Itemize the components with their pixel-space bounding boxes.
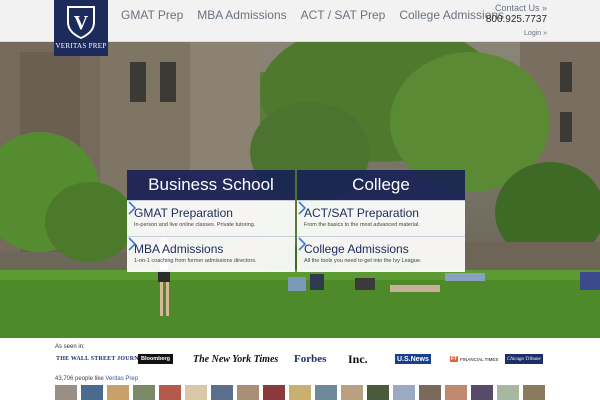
profile-thumbnail[interactable] <box>445 385 467 400</box>
nav-mba-admissions[interactable]: MBA Admissions <box>197 8 286 22</box>
as-seen-in-label: As seen in: <box>55 344 85 350</box>
as-seen-in-section: As seen in: THE WALL STREET JOURNAL Bloo… <box>0 338 600 400</box>
login-link[interactable]: Login » <box>524 30 547 37</box>
chevron-right-icon <box>128 201 137 215</box>
mba-admissions-link[interactable]: MBA Admissions 1-on-1 coaching from form… <box>127 236 295 272</box>
panel-title-college: College <box>297 170 465 200</box>
profile-thumbnail[interactable] <box>367 385 389 400</box>
college-panel: College ACT/SAT Preparation From the bas… <box>297 170 465 272</box>
profile-thumbnail[interactable] <box>107 385 129 400</box>
profile-thumbnail[interactable] <box>133 385 155 400</box>
shield-icon: V <box>67 6 95 39</box>
chicago-tribune-logo: Chicago Tribune <box>505 354 543 364</box>
business-school-panel: Business School GMAT Preparation In-pers… <box>127 170 295 272</box>
panel-item-title: ACT/SAT Preparation <box>304 206 419 220</box>
panel-item-subtitle: In-person and live online classes. Priva… <box>134 222 256 228</box>
panel-item-title: MBA Admissions <box>134 242 224 256</box>
profile-thumbnail[interactable] <box>341 385 363 400</box>
profile-thumbnail[interactable] <box>289 385 311 400</box>
main-nav: GMAT Prep MBA Admissions ACT / SAT Prep … <box>121 8 518 22</box>
act-sat-preparation-link[interactable]: ACT/SAT Preparation From the basics to t… <box>297 200 465 236</box>
veritas-prep-logo[interactable]: V VERITAS PREP <box>54 0 108 56</box>
profile-thumbnail[interactable] <box>419 385 441 400</box>
college-admissions-link[interactable]: College Admissions All the tools you nee… <box>297 236 465 272</box>
profile-thumbnail[interactable] <box>523 385 545 400</box>
panel-item-title: College Admissions <box>304 242 409 256</box>
profile-thumbnail[interactable] <box>471 385 493 400</box>
profile-thumbnail[interactable] <box>315 385 337 400</box>
ft-mark: FT <box>450 356 459 362</box>
chevron-right-icon <box>298 237 307 251</box>
profile-thumbnail[interactable] <box>185 385 207 400</box>
facebook-faces <box>55 385 545 400</box>
panel-item-subtitle: 1-on-1 coaching from former admissions d… <box>134 258 257 264</box>
logo-wordmark: VERITAS PREP <box>55 42 107 50</box>
bloomberg-logo: Bloomberg <box>138 354 174 364</box>
nav-gmat-prep[interactable]: GMAT Prep <box>121 8 183 22</box>
profile-thumbnail[interactable] <box>237 385 259 400</box>
gmat-preparation-link[interactable]: GMAT Preparation In-person and live onli… <box>127 200 295 236</box>
profile-thumbnail[interactable] <box>497 385 519 400</box>
inc-logo: Inc. <box>348 351 368 366</box>
like-count-text: 43,706 people like <box>55 376 104 382</box>
hero-banner: Business School GMAT Preparation In-pers… <box>0 42 600 338</box>
profile-thumbnail[interactable] <box>211 385 233 400</box>
profile-thumbnail[interactable] <box>81 385 103 400</box>
profile-thumbnail[interactable] <box>159 385 181 400</box>
forbes-logo: Forbes <box>294 353 327 365</box>
panel-item-subtitle: All the tools you need to get into the I… <box>304 258 422 264</box>
profile-thumbnail[interactable] <box>263 385 285 400</box>
facebook-page-link[interactable]: Veritas Prep <box>105 376 138 382</box>
ft-wordmark: FINANCIAL TIMES <box>460 356 499 362</box>
financial-times-logo: FT FINANCIAL TIMES <box>450 352 498 366</box>
wsj-logo: THE WALL STREET JOURNAL <box>56 356 148 362</box>
panel-item-title: GMAT Preparation <box>134 206 233 220</box>
contact-block: Contact Us » 800.925.7737 <box>486 3 547 25</box>
nav-act-sat-prep[interactable]: ACT / SAT Prep <box>301 8 386 22</box>
contact-us-link[interactable]: Contact Us » <box>486 3 547 13</box>
profile-thumbnail[interactable] <box>55 385 77 400</box>
logo-letter: V <box>74 12 89 34</box>
panel-item-subtitle: From the basics to the most advanced mat… <box>304 222 420 228</box>
phone-number[interactable]: 800.925.7737 <box>486 14 547 25</box>
nyt-logo: The New York Times <box>193 353 279 365</box>
panel-title-business-school: Business School <box>127 170 295 200</box>
facebook-like-count: 43,706 people like Veritas Prep <box>55 376 138 382</box>
chevron-right-icon <box>298 201 307 215</box>
usnews-logo: U.S.News <box>395 354 431 364</box>
profile-thumbnail[interactable] <box>393 385 415 400</box>
chevron-right-icon <box>128 237 137 251</box>
